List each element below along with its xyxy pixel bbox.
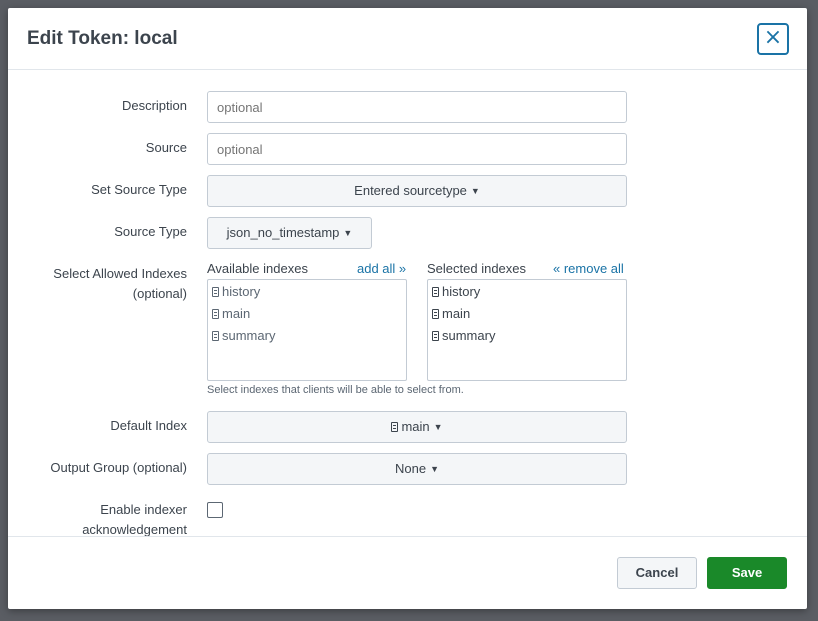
edit-token-modal: Edit Token: local × Description Source S… [8, 8, 807, 609]
output-group-dropdown[interactable]: None ▼ [207, 453, 627, 485]
caret-down-icon: ▼ [430, 464, 439, 474]
database-icon [391, 422, 399, 432]
output-group-value: None [395, 461, 427, 476]
set-source-type-label: Set Source Type [91, 182, 187, 197]
allowed-indexes-label: Select Allowed Indexes (optional) [7, 264, 187, 304]
default-index-dropdown[interactable]: main ▼ [207, 411, 627, 443]
indexer-ack-checkbox[interactable] [207, 502, 223, 518]
list-item[interactable]: summary [212, 326, 406, 348]
source-type-value: json_no_timestamp [226, 225, 340, 240]
output-group-label: Output Group (optional) [50, 460, 187, 475]
caret-down-icon: ▼ [343, 228, 353, 238]
description-input[interactable] [207, 91, 627, 123]
modal-footer: Cancel Save [8, 536, 807, 609]
list-item[interactable]: history [432, 282, 626, 304]
list-item[interactable]: main [212, 304, 406, 326]
database-icon [212, 309, 219, 319]
source-label: Source [145, 140, 187, 155]
indexer-ack-label: Enable indexer acknowledgement [7, 500, 187, 540]
list-item[interactable]: main [432, 304, 626, 326]
database-icon [432, 309, 439, 319]
default-index-value: main [401, 419, 430, 434]
database-icon [212, 331, 219, 341]
add-all-link[interactable]: add all » [357, 261, 406, 276]
source-type-dropdown[interactable]: json_no_timestamp ▼ [207, 217, 372, 249]
allowed-indexes-label-line1: Select Allowed Indexes [53, 266, 187, 281]
list-item[interactable]: summary [432, 326, 626, 348]
indexes-help-text: Select indexes that clients will be able… [207, 384, 464, 396]
selected-indexes-list[interactable]: history main summary [427, 279, 627, 381]
default-index-label: Default Index [110, 418, 187, 433]
caret-down-icon: ▼ [433, 422, 443, 432]
cancel-button[interactable]: Cancel [617, 557, 697, 589]
source-type-label: Source Type [114, 224, 187, 239]
close-icon: × [763, 25, 783, 50]
source-input[interactable] [207, 133, 627, 165]
database-icon [432, 331, 439, 341]
set-source-type-value: Entered sourcetype [354, 183, 467, 198]
save-button[interactable]: Save [707, 557, 787, 589]
allowed-indexes-label-line2: (optional) [132, 286, 187, 301]
available-indexes-header: Available indexes [207, 261, 308, 276]
available-indexes-list[interactable]: history main summary [207, 279, 407, 381]
database-icon [212, 287, 219, 297]
close-button[interactable]: × [757, 23, 789, 55]
set-source-type-dropdown[interactable]: Entered sourcetype ▼ [207, 175, 627, 207]
list-item[interactable]: history [212, 282, 406, 304]
modal-title: Edit Token: local [27, 28, 178, 49]
remove-all-link[interactable]: « remove all [553, 261, 624, 276]
selected-indexes-header: Selected indexes [427, 261, 527, 276]
caret-down-icon: ▼ [470, 186, 480, 196]
indexer-ack-label-line1: Enable indexer [100, 502, 187, 517]
database-icon [432, 287, 439, 297]
modal-header: Edit Token: local × [8, 8, 807, 70]
description-label: Description [121, 98, 187, 113]
